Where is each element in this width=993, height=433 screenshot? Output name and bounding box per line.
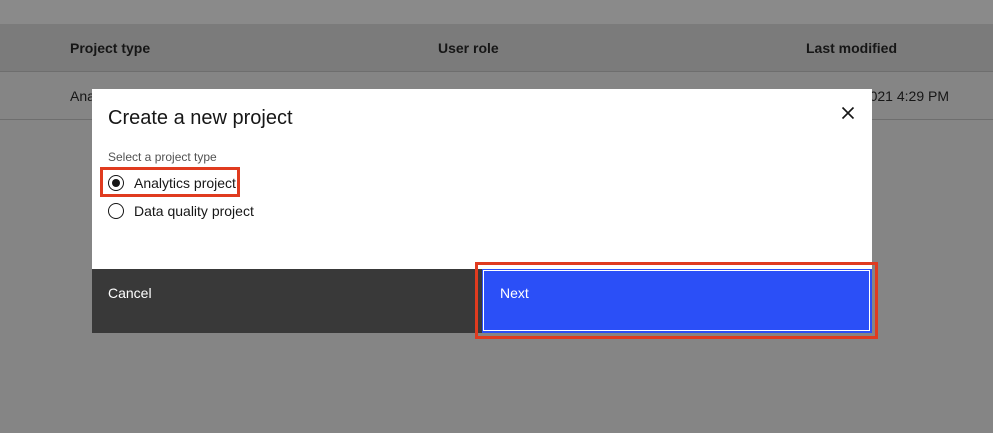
modal-title: Create a new project — [108, 107, 293, 129]
radio-dot-icon — [112, 179, 120, 187]
radio-analytics-project[interactable]: Analytics project — [108, 173, 236, 193]
project-type-legend: Select a project type — [108, 150, 217, 164]
projects-page: Project type User role Last modified Ana… — [0, 0, 993, 433]
close-icon — [841, 106, 855, 120]
create-project-modal: Create a new project Select a project ty… — [92, 89, 872, 333]
next-button[interactable]: Next — [482, 269, 872, 333]
cancel-button[interactable]: Cancel — [92, 269, 482, 333]
radio-selected-icon — [108, 175, 124, 191]
modal-footer: Cancel Next — [92, 269, 872, 333]
radio-label-analytics: Analytics project — [134, 175, 236, 191]
close-button[interactable] — [832, 101, 864, 125]
radio-unselected-icon — [108, 203, 124, 219]
radio-label-data-quality: Data quality project — [134, 203, 254, 219]
radio-data-quality-project[interactable]: Data quality project — [108, 201, 254, 221]
